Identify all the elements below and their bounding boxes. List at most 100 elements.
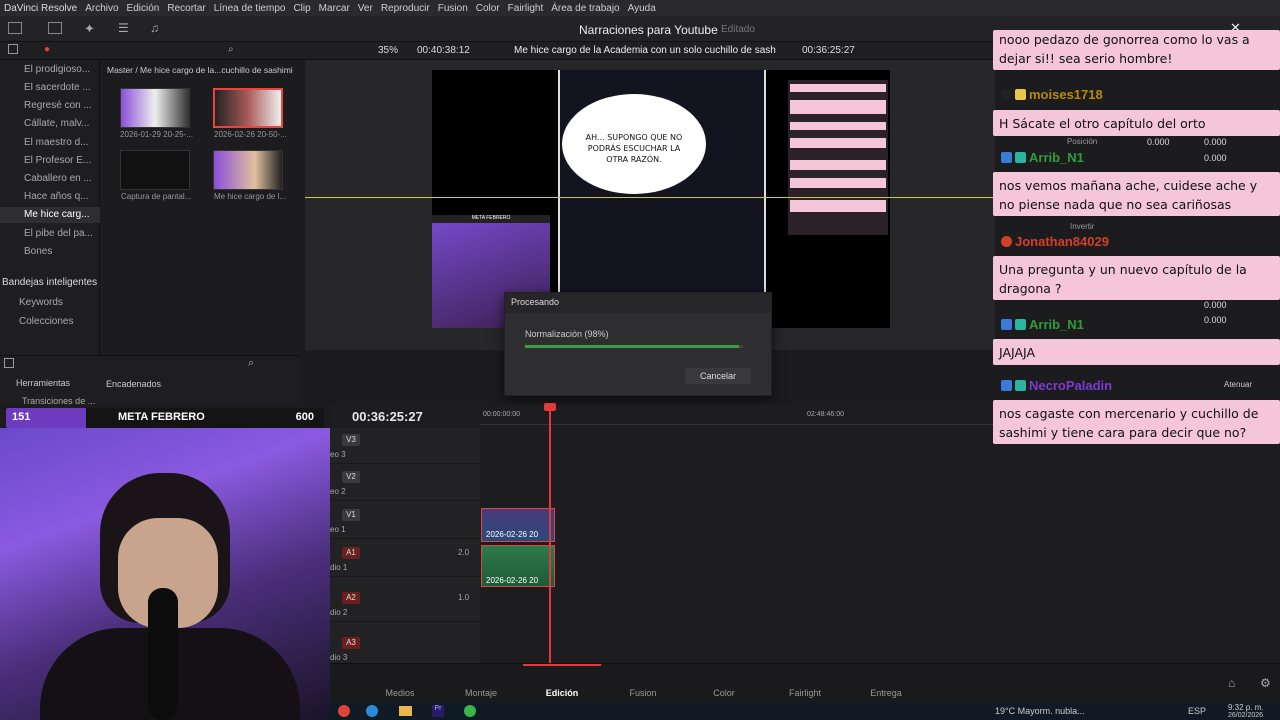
menu-item-reproducir[interactable]: Reproducir [381, 3, 430, 14]
track-tag[interactable]: A1 [342, 547, 360, 559]
home-icon[interactable]: ⌂ [1228, 676, 1235, 690]
badge-icon [1015, 379, 1026, 391]
nav-medios[interactable]: Medios [370, 688, 430, 698]
app-icon-explorer[interactable] [399, 706, 412, 716]
chat-message: H Sácate el otro capítulo del orto [993, 110, 1280, 136]
chat-author: Arrib_N1 [1001, 314, 1084, 334]
tools-label[interactable]: Herramientas [16, 378, 70, 388]
effects-panel: ⌕ Herramientas Encadenados Transiciones … [0, 355, 300, 406]
clip-thumbnail[interactable] [213, 150, 283, 190]
smart-bin-collections[interactable]: Colecciones [19, 316, 73, 327]
audio-icon[interactable]: ♫ [150, 21, 159, 35]
menu-item-recortar[interactable]: Recortar [167, 3, 205, 14]
nav-montaje[interactable]: Montaje [451, 688, 511, 698]
menu-item-fairlight[interactable]: Fairlight [508, 3, 544, 14]
clip-title: Me hice cargo de la Academia con un solo… [514, 45, 776, 56]
track-name: eo 3 [330, 450, 346, 459]
timeline-timecode: 00:36:25:27 [352, 409, 423, 424]
app-icon-premiere[interactable]: Pr [432, 705, 444, 717]
playhead-handle[interactable] [544, 403, 556, 411]
bin-item[interactable]: El Profesor E... [24, 155, 91, 166]
search-icon[interactable]: ⌕ [228, 44, 234, 55]
smart-bin-keywords[interactable]: Keywords [19, 297, 63, 308]
track-tag[interactable]: A2 [342, 592, 360, 604]
menu-item-ver[interactable]: Ver [358, 3, 373, 14]
magic-wand-icon[interactable]: ✦ [84, 21, 95, 37]
chat-author-name: moises1718 [1029, 86, 1103, 102]
clip-caption: Me hice cargo de l... [214, 192, 287, 201]
bin-item[interactable]: El maestro d... [24, 137, 88, 148]
track-v3: V3 eo 3 [330, 428, 480, 464]
menu-item-fusion[interactable]: Fusion [438, 3, 468, 14]
transitions-label[interactable]: Transiciones de ... [22, 396, 95, 406]
nav-color[interactable]: Color [694, 688, 754, 698]
progress-label: Normalización (98%) [525, 329, 609, 339]
panel-icon[interactable] [4, 358, 14, 368]
record-icon[interactable]: ● [44, 44, 50, 55]
bin-item-selected[interactable]: Me hice carg... [0, 207, 100, 223]
chat-author: Jonathan84029 [1001, 231, 1109, 251]
bin-item[interactable]: Bones [24, 246, 52, 257]
video-clip[interactable]: 2026-02-26 20 [481, 508, 555, 542]
badge-icon [1001, 235, 1012, 247]
track-name: eo 2 [330, 487, 346, 496]
media-pool-icon[interactable] [8, 22, 22, 34]
menu-item-app[interactable]: DaVinci Resolve [4, 3, 77, 14]
menu-item-area-trabajo[interactable]: Área de trabajo [551, 3, 619, 14]
audio-clip[interactable]: 2026-02-26 20 [481, 545, 555, 587]
bin-item[interactable]: Regresé con ... [24, 100, 92, 111]
clock-date[interactable]: 26/02/2026 [1228, 712, 1263, 719]
weather[interactable]: 19°C Mayorm. nubla... [995, 706, 1085, 716]
menu-item-archivo[interactable]: Archivo [85, 3, 118, 14]
menu-item-color[interactable]: Color [476, 3, 500, 14]
viewer-canvas[interactable]: AH... SUPONGO QUE NO PODRÁS ESCUCHAR LA … [432, 70, 890, 328]
app-icon-edge[interactable] [366, 705, 378, 717]
bin-item[interactable]: Hace años q... [24, 191, 88, 202]
video-clip-label: 2026-02-26 20 [486, 530, 539, 539]
app-icon-whatsapp[interactable] [464, 705, 476, 717]
bin-item[interactable]: Cállate, malv... [24, 118, 89, 129]
list-icon[interactable]: ☰ [118, 21, 129, 35]
clip-thumbnail-selected[interactable] [213, 88, 283, 128]
menu-item-edicion[interactable]: Edición [127, 3, 160, 14]
chat-author: NecroPaladin [1001, 375, 1112, 395]
menu-item-linea-tiempo[interactable]: Línea de tiempo [214, 3, 286, 14]
nav-fairlight[interactable]: Fairlight [775, 688, 835, 698]
bin-item[interactable]: Caballero en ... [24, 173, 92, 184]
nav-fusion[interactable]: Fusion [613, 688, 673, 698]
track-a3: A3 dio 3 [330, 631, 480, 667]
track-tag[interactable]: V2 [342, 471, 360, 483]
cancel-button[interactable]: Cancelar [685, 368, 751, 384]
zoom-level[interactable]: 35% [378, 45, 398, 56]
app-icon-obs[interactable] [338, 705, 350, 717]
panel-toggle-icon[interactable] [8, 44, 18, 54]
playhead[interactable] [549, 405, 551, 663]
menu-item-clip[interactable]: Clip [293, 3, 310, 14]
nav-edicion[interactable]: Edición [532, 688, 592, 698]
track-headers: V3 eo 3 V2 eo 2 V1 eo 1 A1 dio 1 2.0 A2 dio 2 1… [330, 428, 480, 667]
effects-icon[interactable] [48, 22, 62, 34]
settings-icon[interactable]: ⚙ [1260, 676, 1271, 690]
track-tag[interactable]: A3 [342, 637, 360, 649]
track-level: 2.0 [458, 548, 470, 557]
keyboard-lang[interactable]: ESP [1188, 706, 1206, 716]
track-tag[interactable]: V1 [342, 509, 360, 521]
search-icon[interactable]: ⌕ [248, 357, 254, 370]
menu-bar: DaVinci Resolve Archivo Edición Recortar… [0, 0, 1280, 16]
bin-item[interactable]: El pibe del pa... [24, 228, 93, 239]
track-name: eo 1 [330, 525, 346, 534]
clock-time[interactable]: 9:32 p. m. [1228, 703, 1264, 712]
chat-author-name: NecroPaladin [1029, 377, 1113, 393]
nav-entrega[interactable]: Entrega [856, 688, 916, 698]
bin-item[interactable]: El prodigioso... [24, 64, 90, 75]
clip-thumbnail[interactable] [120, 150, 190, 190]
chained-label[interactable]: Encadenados [106, 379, 161, 389]
menu-item-ayuda[interactable]: Ayuda [628, 3, 656, 14]
menu-item-marcar[interactable]: Marcar [319, 3, 350, 14]
progress-track [525, 345, 743, 348]
track-tag[interactable]: V3 [342, 434, 360, 446]
media-pool: Master / Me hice cargo de la...cuchillo … [101, 60, 304, 355]
bin-item[interactable]: El sacerdote ... [24, 82, 91, 93]
chat-author: Arrib_N1 [1001, 147, 1084, 167]
clip-thumbnail[interactable] [120, 88, 190, 128]
